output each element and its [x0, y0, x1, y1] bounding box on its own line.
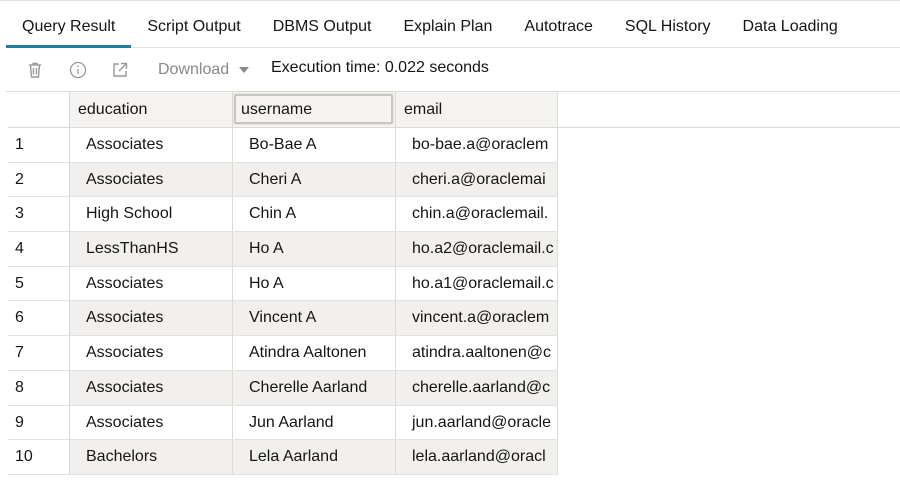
table-row: 1 Associates Bo-Bae A bo-bae.a@oraclem	[8, 128, 558, 163]
table-row: 9 Associates Jun Aarland jun.aarland@ora…	[8, 405, 558, 441]
tab-sql-history[interactable]: SQL History	[609, 6, 727, 47]
table-row: 6 Associates Vincent A vincent.a@oraclem	[8, 301, 558, 337]
cell-education[interactable]: Bachelors	[70, 440, 233, 474]
cell-education[interactable]: Associates	[70, 336, 233, 370]
row-number: 6	[8, 301, 70, 336]
cell-email[interactable]: ho.a1@oraclemail.c	[396, 266, 558, 301]
table-row: 5 Associates Ho A ho.a1@oraclemail.c	[8, 266, 558, 302]
row-number-header	[8, 92, 70, 127]
cell-username[interactable]: Jun Aarland	[233, 405, 396, 440]
column-header-label: education	[78, 101, 148, 118]
download-label: Download	[158, 61, 230, 78]
row-number: 4	[8, 232, 70, 266]
column-header-username[interactable]: username	[233, 92, 396, 127]
open-external-icon[interactable]	[109, 59, 131, 81]
cell-education[interactable]: Associates	[70, 370, 233, 405]
cell-username[interactable]: Ho A	[233, 266, 396, 301]
cell-email[interactable]: atindra.aaltonen@c	[396, 336, 558, 370]
row-number: 3	[8, 197, 70, 232]
execution-time: Execution time: 0.022 seconds	[271, 59, 489, 76]
result-toolbar: Download Execution time: 0.022 seconds	[6, 48, 900, 92]
row-number: 8	[8, 370, 70, 405]
tab-dbms-output[interactable]: DBMS Output	[257, 6, 388, 47]
row-number: 10	[8, 440, 70, 474]
row-number: 7	[8, 336, 70, 370]
tab-data-loading[interactable]: Data Loading	[727, 6, 854, 47]
cell-education[interactable]: Associates	[70, 405, 233, 440]
grid-body: 1 Associates Bo-Bae A bo-bae.a@oraclem 2…	[8, 128, 558, 475]
result-tabs: Query Result Script Output DBMS Output E…	[6, 6, 900, 48]
info-icon[interactable]	[67, 59, 89, 81]
cell-username[interactable]: Cherelle Aarland	[233, 370, 396, 405]
tab-query-result[interactable]: Query Result	[6, 6, 132, 48]
cell-email[interactable]: cheri.a@oraclemai	[396, 162, 558, 197]
column-header-education[interactable]: education	[70, 92, 233, 127]
cell-education[interactable]: Associates	[70, 162, 233, 197]
cell-username[interactable]: Atindra Aaltonen	[233, 336, 396, 370]
table-row: 8 Associates Cherelle Aarland cherelle.a…	[8, 370, 558, 406]
cell-email[interactable]: cherelle.aarland@c	[396, 370, 558, 405]
cell-email[interactable]: lela.aarland@oracl	[396, 440, 558, 474]
cell-education[interactable]: Associates	[70, 266, 233, 301]
chevron-down-icon	[239, 67, 250, 73]
cell-username[interactable]: Vincent A	[233, 301, 396, 336]
row-number: 1	[8, 128, 70, 162]
cell-email[interactable]: bo-bae.a@oraclem	[396, 128, 558, 162]
cell-education[interactable]: Associates	[70, 301, 233, 336]
row-number: 5	[8, 266, 70, 301]
cell-username[interactable]: Lela Aarland	[233, 440, 396, 474]
cell-education[interactable]: Associates	[70, 128, 233, 162]
download-dropdown[interactable]: Download	[158, 60, 250, 80]
table-row: 4 LessThanHS Ho A ho.a2@oraclemail.c	[8, 232, 558, 267]
column-header-label: email	[404, 101, 443, 118]
cell-username[interactable]: Chin A	[233, 197, 396, 232]
tab-autotrace[interactable]: Autotrace	[508, 6, 608, 47]
grid-header: education username email	[8, 92, 900, 128]
table-row: 10 Bachelors Lela Aarland lela.aarland@o…	[8, 440, 558, 475]
cell-email[interactable]: jun.aarland@oracle	[396, 405, 558, 440]
table-row: 7 Associates Atindra Aaltonen atindra.aa…	[8, 336, 558, 371]
cell-username[interactable]: Bo-Bae A	[233, 128, 396, 162]
trash-icon[interactable]	[24, 59, 46, 81]
cell-education[interactable]: LessThanHS	[70, 232, 233, 266]
cell-email[interactable]: chin.a@oraclemail.	[396, 197, 558, 232]
cell-email[interactable]: vincent.a@oraclem	[396, 301, 558, 336]
column-header-label: username	[241, 101, 313, 118]
cell-username[interactable]: Ho A	[233, 232, 396, 266]
cell-username[interactable]: Cheri A	[233, 162, 396, 197]
tab-script-output[interactable]: Script Output	[131, 6, 256, 47]
table-row: 2 Associates Cheri A cheri.a@oraclemai	[8, 162, 558, 198]
cell-education[interactable]: High School	[70, 197, 233, 232]
column-header-email[interactable]: email	[396, 92, 558, 127]
table-row: 3 High School Chin A chin.a@oraclemail.	[8, 197, 558, 233]
row-number: 2	[8, 162, 70, 197]
cell-email[interactable]: ho.a2@oraclemail.c	[396, 232, 558, 266]
tab-explain-plan[interactable]: Explain Plan	[387, 6, 508, 47]
row-number: 9	[8, 405, 70, 440]
